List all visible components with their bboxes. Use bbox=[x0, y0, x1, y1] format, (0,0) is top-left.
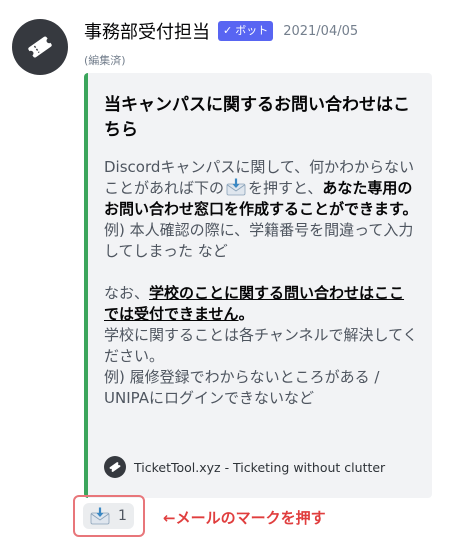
envelope-with-arrow-icon bbox=[226, 178, 246, 196]
bot-avatar[interactable] bbox=[12, 19, 68, 75]
desc-paragraph-3: なお、学校のことに関する問い合わせはここでは受付できません。 bbox=[104, 283, 418, 325]
embed-title: 当キャンパスに関するお問い合わせはこちら bbox=[104, 95, 410, 140]
ticket-icon bbox=[28, 36, 52, 58]
footer-text: TicketTool.xyz - Ticketing without clutt… bbox=[134, 459, 386, 475]
desc-line2: 例) 本人確認の際に、学籍番号を間違って入力してしまった など bbox=[104, 221, 414, 260]
embed-description: Discordキャンパスに関して、何かわからないことがあれば下の を押すと、あな… bbox=[104, 157, 418, 409]
embed-card: 当キャンパスに関するお問い合わせはこちら Discordキャンパスに関して、何か… bbox=[84, 73, 432, 498]
edited-label: (編集済) bbox=[84, 54, 126, 67]
annotation-text: ←メールのマークを押す bbox=[163, 509, 326, 527]
desc-paragraph-1: Discordキャンパスに関して、何かわからないことがあれば下の を押すと、あな… bbox=[104, 157, 418, 220]
bot-tag: ✓ ボット bbox=[218, 21, 274, 41]
footer-ticket-icon bbox=[104, 456, 126, 478]
username[interactable]: 事務部受付担当 bbox=[84, 18, 210, 44]
desc-line5: 例) 履修登録でわからないところがある / UNIPAにログインできないなど bbox=[104, 368, 380, 407]
desc-line3-bold: 学校のことに関する問い合わせはここでは受付できません bbox=[104, 284, 405, 323]
message-header: 事務部受付担当 ✓ ボット 2021/04/05 bbox=[84, 18, 358, 44]
envelope-with-arrow-icon bbox=[90, 507, 110, 525]
desc-line3-a: なお、 bbox=[104, 284, 150, 302]
timestamp[interactable]: 2021/04/05 bbox=[283, 24, 358, 39]
desc-line4: 学校に関することは各チャンネルで解決してください。 bbox=[104, 326, 418, 365]
bot-tag-label: ボット bbox=[235, 24, 269, 37]
embed-footer: TicketTool.xyz - Ticketing without clutt… bbox=[104, 456, 385, 478]
reaction-count: 1 bbox=[118, 508, 127, 524]
desc-line3-end: 。 bbox=[238, 305, 254, 323]
reaction-button[interactable]: 1 bbox=[83, 503, 134, 529]
desc-line1-b: を押すと、 bbox=[248, 179, 323, 197]
check-icon: ✓ bbox=[223, 24, 233, 37]
